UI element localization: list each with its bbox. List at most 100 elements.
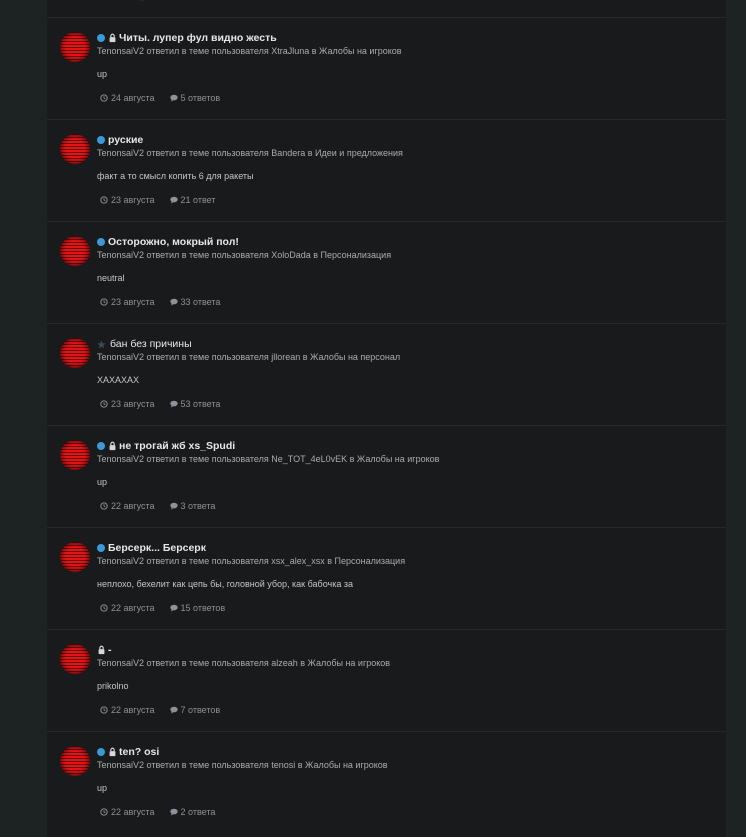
comment-icon: [169, 298, 178, 306]
comment-icon: [169, 400, 178, 408]
replies-stat: 33 ответа: [169, 297, 221, 307]
date-stat[interactable]: 23 августа: [100, 297, 155, 307]
clock-icon: [100, 196, 108, 204]
item-stats: 22 августа 2 ответа: [100, 807, 230, 817]
unread-dot-icon[interactable]: [97, 748, 105, 756]
post-snippet: неплохо, бехелит как цепь бы, головной у…: [97, 579, 353, 589]
clock-icon: [100, 604, 108, 612]
unread-dot-icon[interactable]: [97, 136, 105, 144]
clock-icon: [100, 400, 108, 408]
activity-item: - TenonsaiV2 ответил в теме пользователя …: [47, 629, 726, 731]
topic-title-link[interactable]: Читы. лупер фул видно жесть: [119, 32, 277, 44]
activity-item: Читы. лупер фул видно жесть TenonsaiV2 от…: [47, 17, 726, 119]
avatar[interactable]: [60, 644, 90, 674]
date-stat[interactable]: 23 августа: [100, 195, 155, 205]
reply-count: 3 ответа: [180, 501, 216, 511]
topic-title-link[interactable]: -: [108, 644, 112, 656]
comment-icon: [169, 604, 178, 612]
reply-count: 2 ответа: [180, 807, 216, 817]
post-date: 24 августа: [111, 93, 155, 103]
topic-title-link[interactable]: руские: [108, 134, 143, 146]
replies-stat: 3 ответа: [169, 501, 216, 511]
activity-meta: TenonsaiV2 ответил в теме пользователя X…: [97, 250, 392, 260]
post-snippet: ХАХАХАХ: [97, 375, 140, 385]
date-stat[interactable]: 23 августа: [100, 399, 155, 409]
replies-stat: 15 ответов: [169, 603, 226, 613]
activity-meta: TenonsaiV2 ответил в теме пользователя a…: [97, 658, 391, 668]
replies-stat: 21 ответ: [169, 195, 215, 205]
post-date: 23 августа: [111, 399, 155, 409]
item-stats: 22 августа 3 ответа: [100, 501, 230, 511]
avatar[interactable]: [60, 542, 90, 572]
avatar[interactable]: [60, 134, 90, 164]
comment-icon: [169, 808, 178, 816]
avatar[interactable]: [60, 338, 90, 368]
unread-dot-icon[interactable]: [97, 34, 105, 42]
activity-meta: TenonsaiV2 ответил в теме пользователя t…: [97, 760, 388, 770]
lock-icon: [108, 441, 117, 451]
date-stat[interactable]: 22 августа: [100, 501, 155, 511]
activity-item: Осторожно, мокрый пол! TenonsaiV2 ответил…: [47, 221, 726, 323]
avatar[interactable]: [60, 440, 90, 470]
item-stats: 23 августа 53 ответа: [100, 399, 235, 409]
topic-title-link[interactable]: не трогай жб xs_Spudi: [119, 440, 235, 452]
top-fragment: –: [139, 0, 144, 4]
clock-icon: [100, 502, 108, 510]
topic-title-link[interactable]: Осторожно, мокрый пол!: [108, 236, 239, 248]
activity-stream: – Читы. лупер фул видно жесть TenonsaiV2 …: [47, 0, 726, 837]
activity-meta: TenonsaiV2 ответил в теме пользователя X…: [97, 46, 402, 56]
date-stat[interactable]: 24 августа: [100, 93, 155, 103]
activity-item: ten? osi TenonsaiV2 ответил в теме пользо…: [47, 731, 726, 833]
post-date: 23 августа: [111, 195, 155, 205]
item-stats: 22 августа 15 ответов: [100, 603, 240, 613]
replies-stat: 2 ответа: [169, 807, 216, 817]
clock-icon: [100, 706, 108, 714]
post-snippet: up: [97, 69, 108, 79]
reply-count: 15 ответов: [180, 603, 226, 613]
date-stat[interactable]: 22 августа: [100, 705, 155, 715]
lock-icon: [97, 645, 106, 655]
avatar[interactable]: [60, 746, 90, 776]
replies-stat: 5 ответов: [169, 93, 221, 103]
reply-count: 5 ответов: [180, 93, 221, 103]
item-stats: 23 августа 21 ответ: [100, 195, 230, 205]
post-snippet: prikolno: [97, 681, 129, 691]
activity-meta: TenonsaiV2 ответил в теме пользователя B…: [97, 148, 403, 158]
reply-count: 7 ответов: [180, 705, 221, 715]
unread-dot-icon[interactable]: [97, 238, 105, 246]
post-date: 22 августа: [111, 807, 155, 817]
item-stats: 24 августа 5 ответов: [100, 93, 235, 103]
replies-stat: 53 ответа: [169, 399, 221, 409]
comment-icon: [169, 94, 178, 102]
activity-meta: TenonsaiV2 ответил в теме пользователя N…: [97, 454, 440, 464]
unread-dot-icon[interactable]: [97, 442, 105, 450]
lock-icon: [108, 33, 117, 43]
star-icon: [97, 339, 106, 349]
lock-icon: [108, 747, 117, 757]
topic-title-link[interactable]: Берсерк... Берсерк: [108, 542, 206, 554]
post-snippet: факт а то смысл копить 6 для ракеты: [97, 171, 254, 181]
reply-count: 53 ответа: [180, 399, 221, 409]
item-stats: 22 августа 7 ответов: [100, 705, 235, 715]
avatar[interactable]: [60, 32, 90, 62]
clock-icon: [100, 94, 108, 102]
post-snippet: up: [97, 783, 108, 793]
topic-title-link[interactable]: бан без причины: [110, 338, 192, 350]
topic-title-link[interactable]: ten? osi: [119, 746, 159, 758]
post-snippet: neutral: [97, 273, 125, 283]
comment-icon: [169, 706, 178, 714]
post-date: 23 августа: [111, 297, 155, 307]
activity-item: руские TenonsaiV2 ответил в теме пользова…: [47, 119, 726, 221]
post-date: 22 августа: [111, 501, 155, 511]
activity-item: Берсерк... Берсерк TenonsaiV2 ответил в т…: [47, 527, 726, 629]
activity-meta: TenonsaiV2 ответил в теме пользователя x…: [97, 556, 406, 566]
avatar[interactable]: [60, 236, 90, 266]
reply-count: 33 ответа: [180, 297, 221, 307]
date-stat[interactable]: 22 августа: [100, 603, 155, 613]
date-stat[interactable]: 22 августа: [100, 807, 155, 817]
clock-icon: [100, 808, 108, 816]
post-snippet: up: [97, 477, 108, 487]
unread-dot-icon[interactable]: [97, 544, 105, 552]
replies-stat: 7 ответов: [169, 705, 221, 715]
item-stats: 23 августа 33 ответа: [100, 297, 235, 307]
